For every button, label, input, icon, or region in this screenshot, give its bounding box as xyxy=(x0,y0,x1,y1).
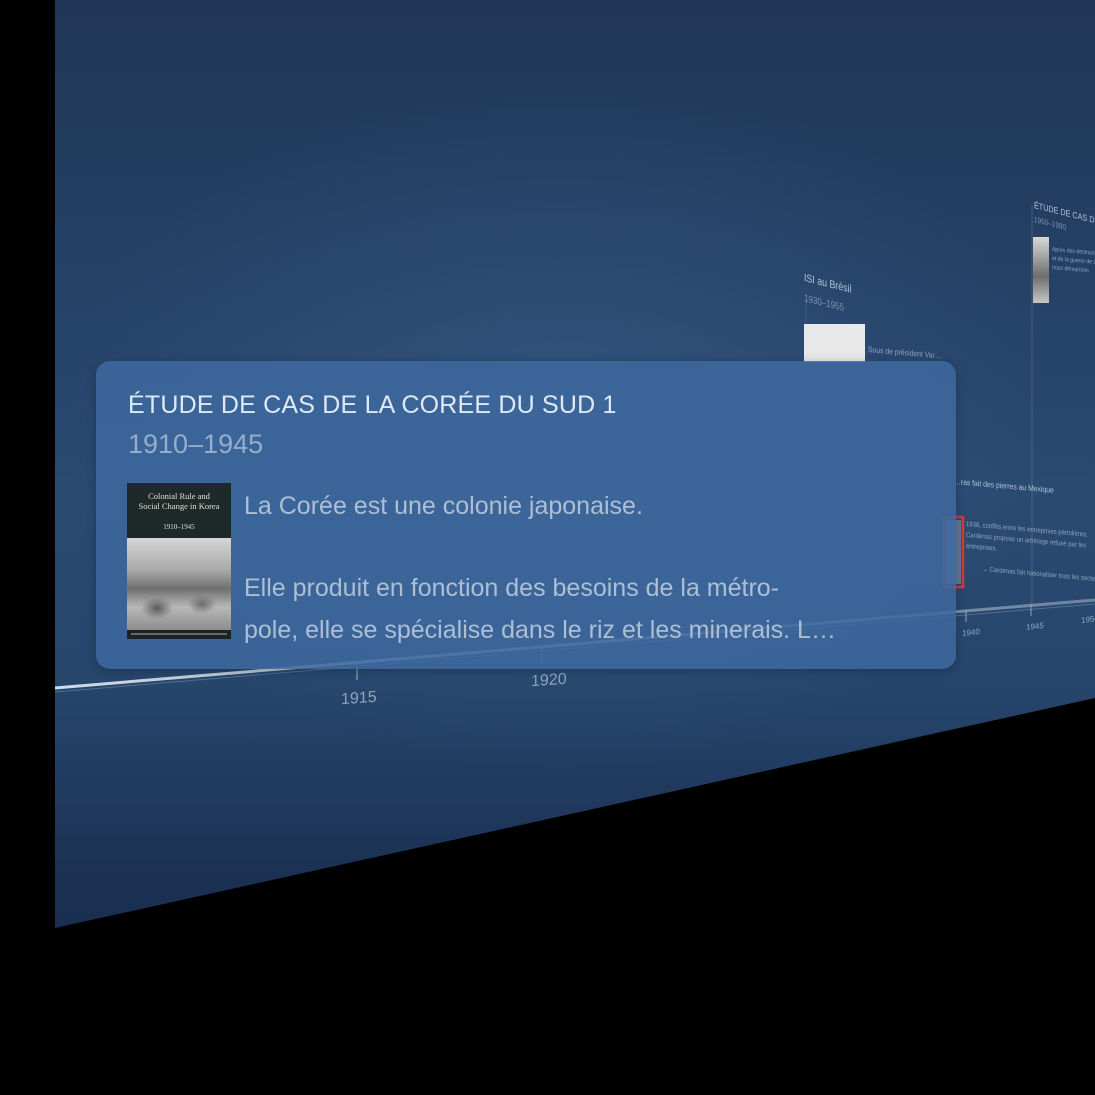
description-paragraph-1: La Corée est une colonie japonaise. xyxy=(244,492,643,520)
event-thumbnail xyxy=(804,324,865,362)
axis-label-1915: 1915 xyxy=(341,688,377,709)
paragraph-spacer xyxy=(244,527,944,567)
event-card-coree-1[interactable]: ÉTUDE DE CAS DE LA CORÉE DU SUD 1 1910–1… xyxy=(96,361,956,669)
book-photo xyxy=(127,538,231,630)
event-title: ÉTUDE DE CAS DE LA CORÉE DU SUD 1 xyxy=(128,391,617,419)
book-title: Colonial Rule and Social Change in Korea xyxy=(127,491,231,511)
axis-label-1950: 1950 xyxy=(1081,614,1095,625)
book-title-line-2: Social Change in Korea xyxy=(138,501,220,511)
axis-label-1920: 1920 xyxy=(531,670,567,691)
event-thumbnail xyxy=(1033,237,1049,303)
event-description: La Corée est une colonie japonaise. Elle… xyxy=(244,485,944,651)
axis-label-1940: 1940 xyxy=(962,627,980,638)
book-footer-strip xyxy=(131,633,227,635)
description-paragraph-2-line-1: Elle produit en fonction des besoins de … xyxy=(244,574,780,602)
book-cover-image[interactable]: Colonial Rule and Social Change in Korea… xyxy=(127,483,231,639)
axis-label-1945: 1945 xyxy=(1026,621,1044,632)
book-title-line-1: Colonial Rule and xyxy=(148,491,210,501)
timeline-viewport: 1915 1920 1940 1945 1950 ISI au Brésil 1… xyxy=(0,0,1095,1095)
book-years: 1910–1945 xyxy=(163,523,195,531)
description-paragraph-2-line-2: pole, elle se spécialise dans le riz et … xyxy=(244,616,836,644)
event-date: 1910–1945 xyxy=(128,429,264,459)
